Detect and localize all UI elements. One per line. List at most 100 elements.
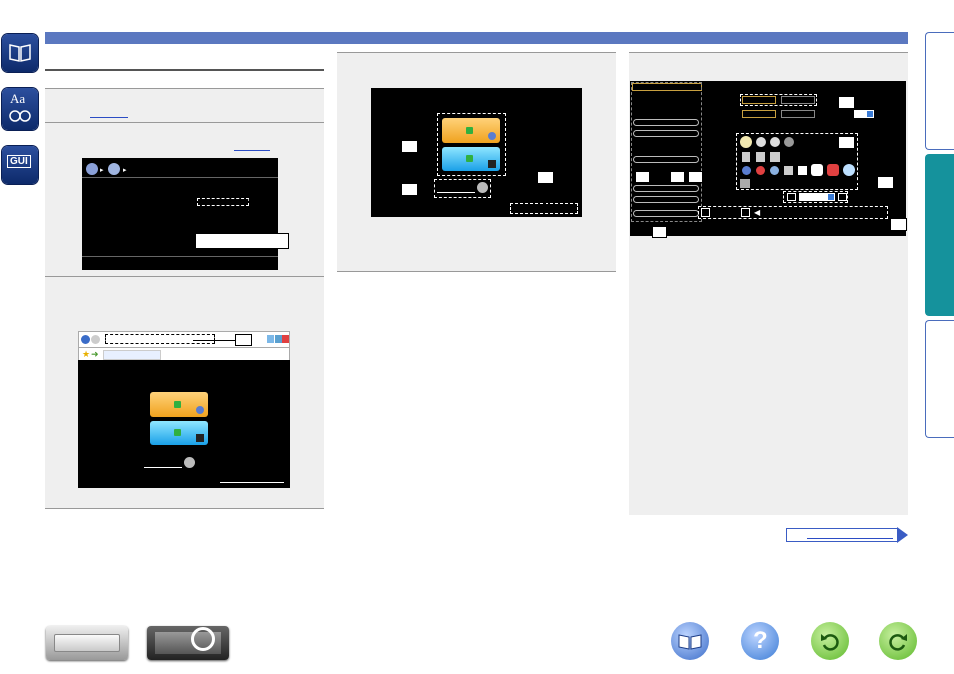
add-favorite-icon[interactable]: ➜ <box>91 349 99 360</box>
menu-item[interactable] <box>633 130 699 137</box>
right-tab-active[interactable] <box>925 154 954 316</box>
back-button[interactable] <box>811 622 849 660</box>
source-icon-ipod[interactable] <box>798 166 807 175</box>
address-bar[interactable] <box>105 334 215 344</box>
source-icon-usb[interactable] <box>784 166 793 175</box>
zone2-button[interactable] <box>150 421 208 445</box>
menu-item[interactable] <box>633 119 699 126</box>
breadcrumb-arrow-icon: ▸ <box>100 167 104 174</box>
callout-badge <box>635 171 650 183</box>
setup-link[interactable] <box>144 467 182 468</box>
receiver-front-icon[interactable] <box>46 626 128 660</box>
help-button[interactable]: ? <box>741 622 779 660</box>
mode-prev-button[interactable] <box>787 193 796 201</box>
source-icon-flickr[interactable] <box>843 164 855 176</box>
browser-tab[interactable] <box>103 350 161 360</box>
zone-icon <box>196 434 204 442</box>
chevron-down-icon <box>867 111 873 117</box>
next-page-button[interactable] <box>786 528 898 542</box>
source-icon-lastfm[interactable] <box>827 164 839 176</box>
glasses-icon <box>9 110 31 122</box>
back-icon[interactable] <box>81 335 90 344</box>
book-icon <box>9 44 31 62</box>
zone-status-icon <box>466 127 473 134</box>
source-icon-radio[interactable] <box>770 166 779 175</box>
menu-item[interactable] <box>633 196 699 203</box>
main-zone-button[interactable] <box>150 392 208 417</box>
setup-gear-icon[interactable] <box>184 457 195 468</box>
version-highlight <box>510 203 578 214</box>
menu-item[interactable] <box>633 185 699 192</box>
source-icon-cd[interactable] <box>740 136 752 148</box>
gui-tab[interactable]: GUI <box>2 146 38 184</box>
source-icon-game[interactable] <box>756 152 765 162</box>
source-icon-pandora[interactable] <box>811 164 823 176</box>
step-divider <box>337 52 616 53</box>
receiver-rear-icon[interactable] <box>147 626 229 660</box>
network-info-screen: ▸ ▸ <box>82 158 278 270</box>
forward-icon[interactable] <box>91 335 100 344</box>
source-icon-fav[interactable] <box>740 179 750 188</box>
surround-mode-select[interactable] <box>799 193 835 201</box>
index-tab[interactable]: Aa <box>2 88 38 130</box>
breadcrumb-arrow-icon: ▸ <box>123 167 127 174</box>
volume-down-button[interactable] <box>701 208 710 217</box>
arrow-head-icon <box>248 197 253 203</box>
settings-icon <box>488 132 496 140</box>
forward-button[interactable] <box>879 622 917 660</box>
page-link[interactable] <box>90 117 128 118</box>
callout-badge <box>838 136 855 149</box>
callout-leader <box>545 184 546 204</box>
ip-address-highlight <box>197 198 249 206</box>
callout-badge <box>670 171 685 183</box>
zone-off-button[interactable] <box>781 110 815 118</box>
version-line <box>220 482 284 483</box>
close-icon[interactable] <box>282 335 289 343</box>
browser-tab-row: ★ ➜ <box>78 348 290 360</box>
globe-icon <box>86 163 98 175</box>
mode-next-button[interactable] <box>838 193 847 201</box>
callout-leader <box>270 200 271 233</box>
ip-address-callout <box>195 233 289 249</box>
step-divider <box>45 276 324 277</box>
stop-icon[interactable] <box>275 335 282 343</box>
menu-item[interactable] <box>633 210 699 217</box>
right-tab-top[interactable] <box>925 32 954 150</box>
mute-speaker-icon[interactable]: ◀ <box>754 208 763 217</box>
favorites-icon[interactable]: ★ <box>82 349 90 360</box>
right-tab-bottom[interactable] <box>925 320 954 438</box>
source-icon-tv[interactable] <box>784 137 794 147</box>
browser-toolbar <box>78 331 290 348</box>
setup-link[interactable] <box>437 192 475 193</box>
volume-up-button[interactable] <box>741 208 750 217</box>
main-zone-button[interactable] <box>442 118 500 143</box>
zone-on-button[interactable] <box>742 110 776 118</box>
contents-book-button[interactable] <box>671 622 709 660</box>
refresh-icon[interactable] <box>267 335 274 343</box>
callout-leader <box>800 142 838 143</box>
zone-status-icon <box>174 429 181 436</box>
callout-badge <box>235 334 252 346</box>
page-link[interactable] <box>234 150 270 151</box>
next-page-arrow-icon[interactable] <box>897 527 908 543</box>
source-icon-vaux[interactable] <box>770 152 780 162</box>
zone2-button[interactable] <box>442 147 500 171</box>
callout-leader <box>818 101 838 102</box>
screen-divider <box>82 256 278 257</box>
source-icon-sat[interactable] <box>742 152 750 162</box>
setup-gear-icon[interactable] <box>477 182 488 193</box>
source-icon-tuner[interactable] <box>742 166 751 175</box>
callout-badge <box>838 96 855 109</box>
source-icon-dvd[interactable] <box>756 137 766 147</box>
source-icon-bd[interactable] <box>770 137 780 147</box>
zone-select[interactable] <box>854 110 874 118</box>
magnifier-icon <box>191 627 215 651</box>
menu-item[interactable] <box>633 156 699 163</box>
contents-tab[interactable] <box>2 34 38 72</box>
step-divider <box>45 508 324 509</box>
power-on-button[interactable] <box>742 96 776 104</box>
source-icon-net[interactable] <box>756 166 765 175</box>
next-page-underline <box>807 538 893 539</box>
power-standby-button[interactable] <box>781 96 815 104</box>
network-icon <box>108 163 120 175</box>
